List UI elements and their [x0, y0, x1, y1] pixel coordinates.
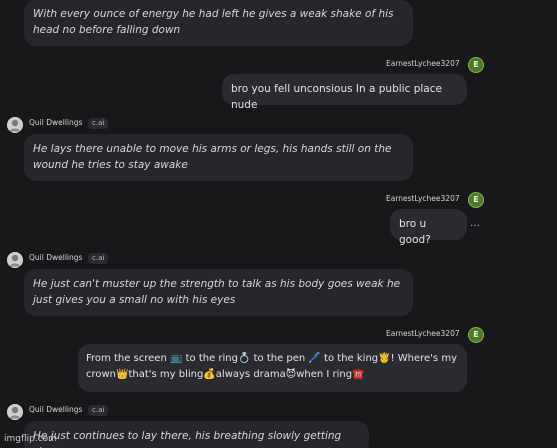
message-text: He just continues to lay there, his brea… [33, 430, 342, 448]
message-text: He just can't muster up the strength to … [33, 278, 401, 306]
message-text-line: crown👑that's my bling💰always drama😈when … [86, 369, 365, 380]
message-text: He lays there unable to move his arms or… [33, 143, 392, 171]
message-author: Quil Dwellings [29, 253, 83, 262]
message-bubble-user: From the screen 📺 to the ring💍 to the pe… [78, 344, 467, 392]
message-bubble-bot: He just can't muster up the strength to … [24, 269, 413, 316]
message-author: EarnestLychee3207 [386, 329, 460, 338]
message-bubble-bot: He lays there unable to move his arms or… [24, 134, 413, 181]
bot-avatar-icon [7, 404, 23, 420]
message-author: EarnestLychee3207 [386, 194, 460, 203]
message-author: Quil Dwellings [29, 405, 83, 414]
ai-badge: c.ai [88, 405, 109, 416]
watermark: imgflip.com [4, 434, 57, 444]
bot-avatar-icon [7, 117, 23, 133]
message-bubble-user: bro you fell unconsious In a public plac… [222, 74, 467, 111]
more-options-icon[interactable]: … [470, 218, 480, 229]
bot-avatar-icon [7, 252, 23, 268]
bot-avatar[interactable] [7, 117, 23, 133]
message-text-line: From the screen 📺 to the ring💍 to the pe… [86, 353, 457, 364]
message-author: EarnestLychee3207 [386, 59, 460, 68]
user-avatar[interactable]: E [468, 57, 484, 73]
user-avatar[interactable]: E [468, 192, 484, 208]
message-text: bro u good? [399, 218, 431, 246]
ai-badge: c.ai [88, 118, 109, 129]
message-bubble-bot: With every ounce of energy he had left h… [24, 0, 413, 46]
message-bubble-user: bro u good? [390, 209, 467, 246]
message-text: bro you fell unconsious In a public plac… [231, 83, 442, 111]
ai-badge: c.ai [88, 253, 109, 264]
message-author: Quil Dwellings [29, 118, 83, 127]
message-bubble-bot: He just continues to lay there, his brea… [24, 421, 369, 448]
user-avatar[interactable]: E [468, 327, 484, 343]
message-text: With every ounce of energy he had left h… [33, 8, 394, 36]
bot-avatar[interactable] [7, 252, 23, 268]
bot-avatar[interactable] [7, 404, 23, 420]
